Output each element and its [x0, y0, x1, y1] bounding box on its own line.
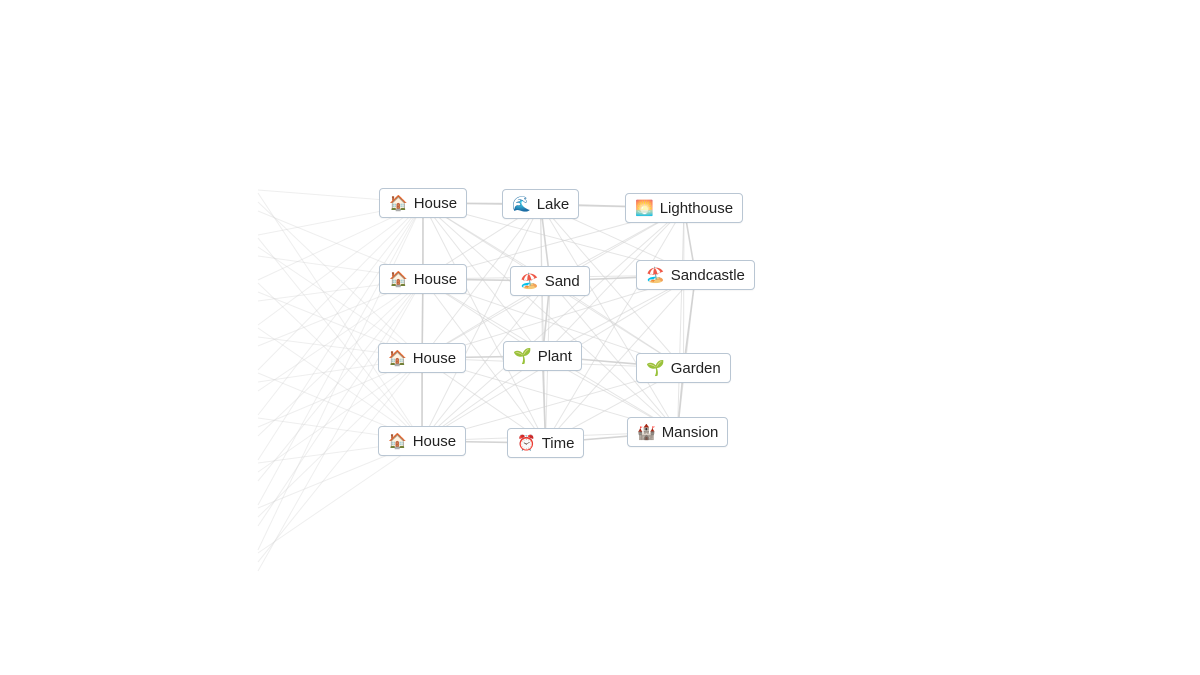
time-icon: ⏰: [517, 434, 536, 452]
plant-icon: 🌱: [513, 347, 532, 365]
element-label: House: [412, 349, 457, 367]
element-label: Sand: [544, 272, 580, 290]
element-label: Lake: [536, 195, 570, 213]
connection-line: [257, 278, 424, 527]
connection-line: [257, 440, 423, 554]
house-4-icon: 🏠: [388, 432, 407, 450]
connection-line: [422, 202, 546, 444]
connection-line: [421, 207, 685, 442]
element-lighthouse[interactable]: 🌅 Lighthouse: [625, 193, 744, 223]
connection-canvas: [257, 189, 697, 572]
element-label: Garden: [670, 359, 721, 377]
element-house-4[interactable]: 🏠 House: [378, 426, 467, 456]
element-label: House: [413, 270, 458, 288]
house-1-icon: 🏠: [389, 194, 408, 212]
element-label: House: [412, 432, 457, 450]
element-label: Lighthouse: [659, 199, 734, 217]
element-label: Plant: [537, 347, 572, 365]
element-sand[interactable]: 🏖️ Sand: [510, 266, 590, 296]
element-sandcastle[interactable]: 🏖️ Sandcastle: [636, 260, 755, 290]
element-lake[interactable]: 🌊 Lake: [502, 189, 580, 219]
house-2-icon: 🏠: [389, 270, 408, 288]
sand-icon: 🏖️: [520, 272, 539, 290]
mansion-icon: 🏰: [637, 423, 656, 441]
element-label: Sandcastle: [670, 266, 745, 284]
lake-icon: 🌊: [512, 195, 531, 213]
element-garden[interactable]: 🌱 Garden: [636, 353, 731, 383]
element-mansion[interactable]: 🏰 Mansion: [627, 417, 729, 447]
element-label: House: [413, 194, 458, 212]
element-label: Time: [541, 434, 575, 452]
lighthouse-icon: 🌅: [635, 199, 654, 217]
element-house-3[interactable]: 🏠 House: [378, 343, 467, 373]
element-house-2[interactable]: 🏠 House: [379, 264, 468, 294]
sandcastle-icon: 🏖️: [646, 266, 665, 284]
garden-icon: 🌱: [646, 359, 665, 377]
element-plant[interactable]: 🌱 Plant: [503, 341, 582, 371]
house-3-icon: 🏠: [388, 349, 407, 367]
element-house-1[interactable]: 🏠 House: [379, 188, 468, 218]
element-label: Mansion: [661, 423, 719, 441]
element-time[interactable]: ⏰ Time: [507, 428, 585, 458]
